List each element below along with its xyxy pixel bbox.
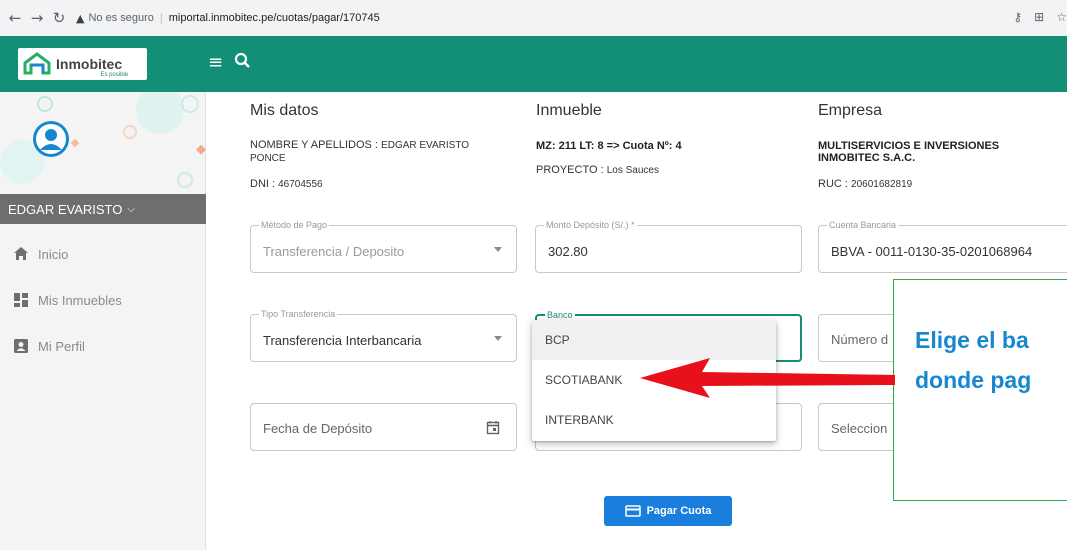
user-menu[interactable]: EDGAR EVARISTO ⌵ (0, 194, 206, 224)
sidebar-decoration (0, 92, 206, 188)
key-icon[interactable]: ⚷ (1013, 10, 1022, 24)
field-label: Método de Pago (259, 220, 330, 231)
credit-card-icon (624, 505, 641, 517)
lote-cuota: MZ: 211 LT: 8 => Cuota Nº: 4 (536, 140, 682, 152)
nombre-label: NOMBRE Y APELLIDOS : (250, 139, 378, 151)
field-value: Transferencia / Deposito (263, 244, 405, 259)
translate-icon[interactable]: ⊞ (1034, 10, 1044, 24)
grid-icon (14, 293, 28, 307)
empresa-name-1: MULTISERVICIOS E INVERSIONES (818, 140, 1000, 152)
field-placeholder: Fecha de Depósito (263, 421, 373, 436)
hamburger-menu-icon[interactable]: ≡ (208, 54, 223, 72)
home-icon (14, 247, 28, 260)
metodo-pago-select[interactable]: Método de Pago Transferencia / Deposito (250, 220, 517, 273)
sidebar: EDGAR EVARISTO ⌵ Inicio Mis Inmuebles Mi… (0, 92, 206, 550)
annotation-line-1: Elige el ba (915, 327, 1029, 353)
url-text[interactable]: miportal.inmobitec.pe/cuotas/pagar/17074… (169, 12, 380, 24)
empresa-name: MULTISERVICIOS E INVERSIONES INMOBITEC S… (818, 140, 999, 164)
sidebar-item-mis-inmuebles[interactable]: Mis Inmuebles (12, 290, 122, 310)
field-label: Tipo Transferencia (259, 309, 338, 320)
annotation-text: Elige el ba donde pag (915, 320, 1031, 400)
pagar-cuota-label: Pagar Cuota (646, 505, 712, 517)
proyecto-value: Los Sauces (606, 165, 659, 176)
dropdown-caret-icon (494, 247, 502, 252)
field-value: BBVA - 0011-0130-35-0201068964 (831, 244, 1033, 259)
back-button[interactable]: ← (4, 9, 26, 27)
ruc-value: 20601682819 (851, 179, 913, 190)
inmueble-title: Inmueble (536, 102, 602, 119)
address-bar[interactable]: ▲ No es seguro | miportal.inmobitec.pe/c… (76, 12, 380, 25)
field-placeholder: Seleccion (831, 421, 888, 436)
pagar-cuota-button[interactable]: Pagar Cuota (604, 496, 732, 526)
empresa-name-2: INMOBITEC S.A.C. (818, 152, 916, 164)
dni-value: 46704556 (278, 179, 323, 190)
cuenta-bancaria-select[interactable]: Cuenta Bancaria BBVA - 0011-0130-35-0201… (818, 220, 1067, 273)
banco-option-interbank[interactable]: INTERBANK (532, 400, 776, 440)
nombre-info: NOMBRE Y APELLIDOS : EDGAR EVARISTO PONC… (250, 139, 520, 165)
field-value: Transferencia Interbancaria (263, 333, 422, 348)
proyecto-info: PROYECTO : Los Sauces (536, 164, 659, 177)
reload-button[interactable]: ↻ (48, 9, 70, 27)
field-label: Cuenta Bancaria (827, 220, 899, 231)
dni-label: DNI : (250, 178, 276, 190)
annotation-line-2: donde pag (915, 367, 1032, 393)
tipo-transferencia-select[interactable]: Tipo Transferencia Transferencia Interba… (250, 309, 517, 362)
proyecto-label: PROYECTO : (536, 164, 604, 176)
sidebar-item-mi-perfil[interactable]: Mi Perfil (12, 336, 85, 356)
nombre-value-1: EDGAR EVARISTO (381, 140, 470, 151)
search-icon[interactable] (233, 51, 253, 71)
url-separator: | (159, 12, 163, 24)
sidebar-item-label: Mis Inmuebles (38, 292, 122, 308)
logo[interactable]: Inmobitec Es posible (18, 48, 147, 80)
ruc-info: RUC : 20601682819 (818, 178, 912, 191)
red-arrow-icon (640, 358, 895, 398)
field-value: 302.80 (548, 244, 588, 259)
forward-button[interactable]: → (26, 9, 48, 27)
mis-datos-title: Mis datos (250, 102, 319, 119)
sidebar-item-inicio[interactable]: Inicio (12, 244, 68, 264)
sidebar-item-label: Inicio (38, 246, 69, 262)
house-logo-icon (23, 52, 51, 75)
chevron-down-icon: ⌵ (127, 203, 135, 215)
empresa-title: Empresa (818, 102, 883, 119)
user-name: EDGAR EVARISTO (8, 201, 123, 217)
logo-tagline: Es posible (100, 72, 129, 78)
field-label: Monto Depósito (S/.) * (544, 220, 637, 231)
star-icon[interactable]: ☆ (1056, 10, 1067, 24)
annotation-callout: Elige el ba donde pag (893, 279, 1067, 501)
banco-option-bcp[interactable]: BCP (532, 320, 776, 360)
dropdown-caret-icon (494, 336, 502, 341)
avatar[interactable] (32, 120, 70, 158)
sidebar-item-label: Mi Perfil (38, 338, 85, 354)
monto-deposito-input[interactable]: Monto Depósito (S/.) * 302.80 (535, 220, 802, 273)
app-header: Inmobitec Es posible ≡ (0, 36, 1067, 92)
fecha-deposito-input[interactable]: Fecha de Depósito (250, 403, 517, 451)
ruc-label: RUC : (818, 178, 848, 190)
nombre-value-2: PONCE (250, 153, 286, 164)
security-label: No es seguro (88, 12, 154, 24)
field-placeholder: Número d (831, 332, 889, 347)
profile-icon (14, 339, 28, 353)
calendar-icon[interactable] (486, 420, 500, 435)
logo-name: Inmobitec (56, 56, 123, 72)
browser-toolbar: ← → ↻ ▲ No es seguro | miportal.inmobite… (0, 0, 1067, 36)
dni-info: DNI : 46704556 (250, 178, 323, 191)
warning-icon: ▲ (76, 11, 85, 25)
